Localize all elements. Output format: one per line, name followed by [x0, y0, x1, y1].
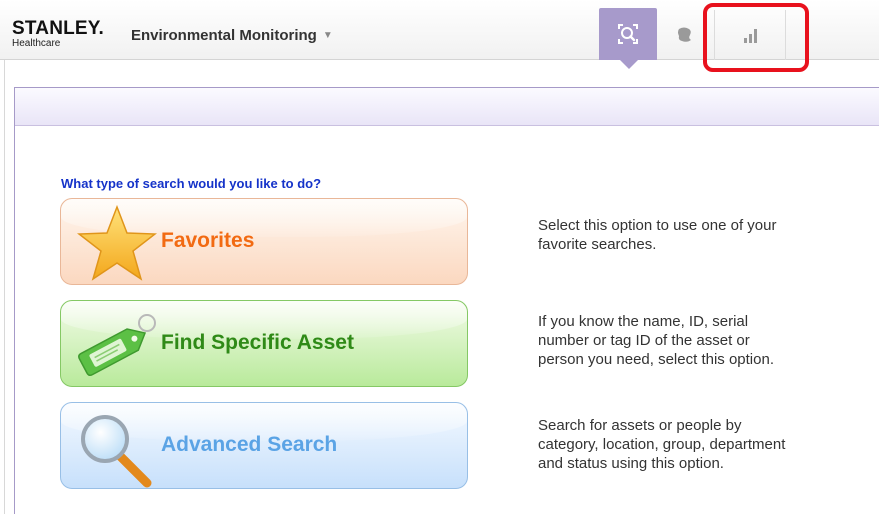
nav-reports-button[interactable] — [714, 10, 786, 60]
nav-search-button[interactable] — [599, 8, 657, 60]
description-line: Select this option to use one of your — [538, 217, 777, 234]
brand-name: STANLEY. — [12, 18, 105, 39]
star-icon — [77, 205, 157, 281]
description-line: Search for assets or people by — [538, 417, 742, 434]
app-title: Environmental Monitoring — [131, 27, 317, 44]
advanced-search-button[interactable]: Advanced Search — [60, 402, 468, 489]
chevron-down-icon: ▼ — [322, 30, 333, 41]
active-tab-pointer — [620, 60, 638, 69]
description-line: favorite searches. — [538, 236, 657, 253]
advanced-search-description: Search for assets or people by category,… — [538, 416, 868, 473]
description-line: If you know the name, ID, serial — [538, 313, 749, 330]
search-icon — [618, 24, 638, 44]
search-question: What type of search would you like to do… — [61, 176, 322, 191]
app-selector[interactable]: Environmental Monitoring ▼ — [131, 27, 333, 44]
description-line: and status using this option. — [538, 455, 724, 472]
page: STANLEY. Healthcare Environmental Monito… — [0, 0, 879, 514]
description-line: category, location, group, department — [538, 436, 786, 453]
bar-chart-icon — [744, 29, 757, 43]
favorites-button[interactable]: Favorites — [60, 198, 468, 285]
description-line: person you need, select this option. — [538, 351, 774, 368]
favorites-label: Favorites — [161, 229, 255, 252]
brand-subtitle: Healthcare — [12, 38, 61, 49]
find-specific-asset-label: Find Specific Asset — [161, 331, 354, 354]
map-icon — [678, 27, 691, 42]
favorites-description: Select this option to use one of your fa… — [538, 216, 868, 254]
brand-logo: STANLEY. Healthcare — [12, 18, 105, 49]
nav-map-button[interactable] — [664, 10, 706, 60]
magnifier-icon — [81, 415, 152, 488]
tag-icon — [78, 314, 156, 377]
advanced-search-label: Advanced Search — [161, 433, 338, 456]
find-specific-asset-description: If you know the name, ID, serial number … — [538, 312, 868, 369]
top-bar: STANLEY. Healthcare Environmental Monito… — [0, 0, 879, 60]
description-line: number or tag ID of the asset or — [538, 332, 750, 349]
left-border — [4, 0, 5, 514]
panel-header — [15, 88, 879, 126]
find-specific-asset-button[interactable]: Find Specific Asset — [60, 300, 468, 387]
